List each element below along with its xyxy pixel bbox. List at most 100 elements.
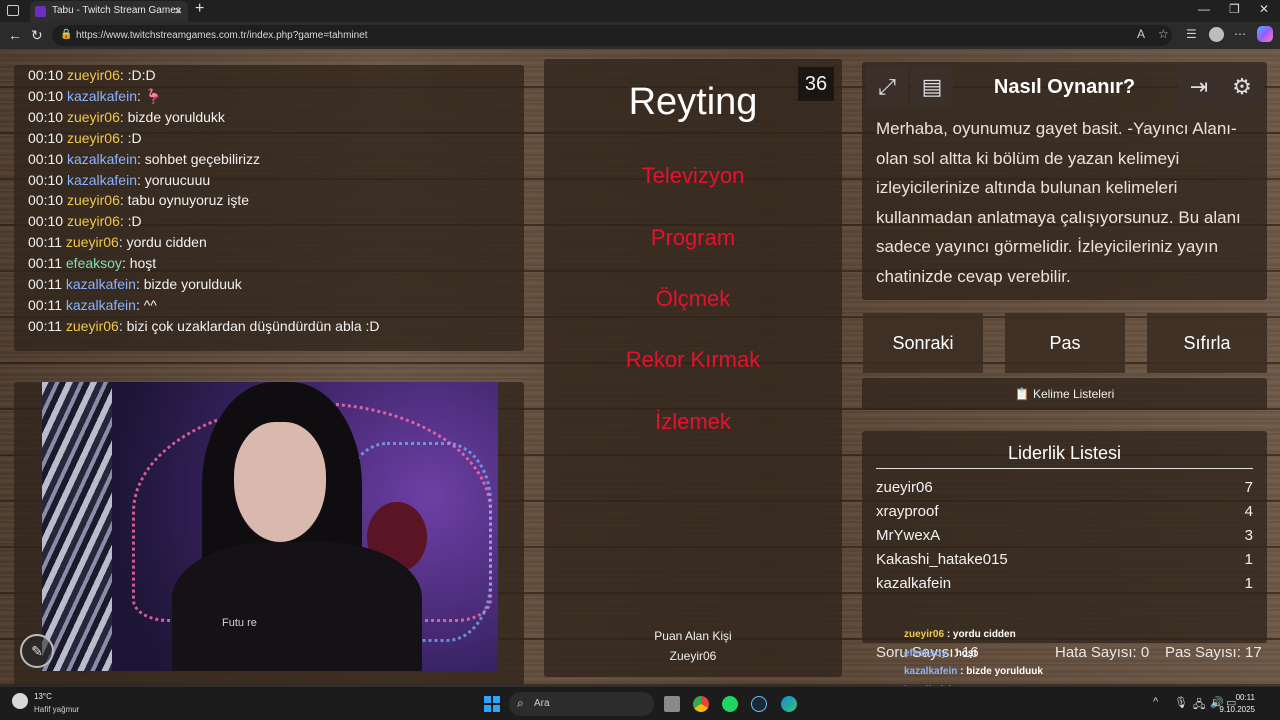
chat-username[interactable]: zueyir06 bbox=[67, 192, 120, 208]
target-word: Reyting bbox=[628, 81, 758, 123]
copilot-icon[interactable] bbox=[1257, 26, 1273, 42]
taskbar-search[interactable]: ⌕ Ara bbox=[509, 692, 654, 716]
profile-avatar-icon[interactable] bbox=[1209, 27, 1224, 42]
taboo-word: Ölçmek bbox=[655, 286, 731, 311]
favorite-star-icon[interactable]: ☆ bbox=[1158, 27, 1169, 41]
overlay-chat-message: kazalkafein : bizde yorulduuk bbox=[904, 666, 1043, 677]
chat-message: 00:10 kazalkafein: 🦩 bbox=[28, 87, 163, 104]
address-bar: ← ↻ 🔒 https://www.twitchstreamgames.com.… bbox=[0, 22, 1280, 49]
chat-time: 00:10 bbox=[28, 213, 64, 230]
microphone-icon[interactable]: 🎙 bbox=[1174, 696, 1188, 709]
chat-text: ^^ bbox=[143, 296, 157, 313]
webcam-panel: Futu re ✎ bbox=[14, 382, 524, 685]
chat-time: 00:10 bbox=[28, 171, 64, 188]
settings-gear-icon[interactable]: ⚙ bbox=[1221, 66, 1263, 108]
chat-text: tabu oynuyoruz işte bbox=[127, 192, 250, 209]
read-aloud-icon[interactable]: A bbox=[1137, 27, 1145, 41]
chat-username[interactable]: kazalkafein bbox=[67, 151, 137, 167]
chat-time: 00:10 bbox=[28, 108, 64, 125]
chat-text: yoruucuuu bbox=[144, 171, 211, 188]
reset-button[interactable]: Sıfırla bbox=[1147, 313, 1267, 373]
chat-message: 00:11 zueyir06: yordu cidden bbox=[28, 234, 207, 251]
leaderboard-row: Kakashi_hatake015 1 bbox=[876, 551, 1253, 568]
window-close-icon[interactable]: ✕ bbox=[1259, 2, 1269, 16]
chat-username[interactable]: zueyir06 bbox=[66, 234, 119, 250]
chat-text: hoşt bbox=[129, 255, 157, 272]
chat-time: 00:11 bbox=[28, 234, 62, 251]
browser-tab[interactable]: Tabu - Twitch Stream Games × bbox=[30, 1, 188, 22]
chat-text: yordu cidden bbox=[126, 234, 207, 251]
chat-username[interactable]: zueyir06 bbox=[67, 67, 120, 83]
spotify-icon[interactable] bbox=[722, 696, 738, 712]
error-count: Hata Sayısı: 0 bbox=[1055, 644, 1150, 661]
overlay-chat-message: zueyir06 : yordu cidden bbox=[904, 629, 1016, 640]
chat-message: 00:10 zueyir06: :D:D bbox=[28, 67, 156, 83]
edge-icon[interactable] bbox=[781, 696, 797, 712]
tab-title: Tabu - Twitch Stream Games bbox=[52, 5, 181, 16]
taboo-word: Televizyon bbox=[641, 163, 745, 188]
steam-icon[interactable] bbox=[751, 696, 767, 712]
chat-message: 00:11 kazalkafein: bizde yorulduuk bbox=[28, 276, 242, 292]
pass-button[interactable]: Pas bbox=[1005, 313, 1125, 373]
leaderboard-row: zueyir06 7 bbox=[876, 479, 1253, 496]
collections-icon[interactable]: ☰ bbox=[1186, 27, 1197, 41]
back-icon[interactable]: ← bbox=[8, 27, 22, 43]
task-view-icon[interactable] bbox=[664, 696, 680, 712]
chat-time: 00:11 bbox=[28, 317, 62, 334]
chrome-icon[interactable] bbox=[693, 696, 709, 712]
chat-message: 00:11 kazalkafein: ^^ bbox=[28, 296, 157, 313]
refresh-icon[interactable]: ↻ bbox=[31, 27, 43, 44]
pass-count: Pas Sayısı: 17 bbox=[1165, 644, 1262, 661]
game-page: 00:10 zueyir06: :D:D 00:10 kazalkafein: 🦩… bbox=[0, 49, 1280, 686]
window-menu-icon[interactable] bbox=[7, 5, 19, 16]
chat-username[interactable]: zueyir06 bbox=[67, 109, 120, 125]
chat-username[interactable]: kazalkafein bbox=[66, 297, 136, 313]
chat-time: 00:10 bbox=[28, 150, 64, 167]
overlay-chat-username: zueyir06 bbox=[904, 629, 945, 640]
chat-username[interactable]: kazalkafein bbox=[67, 88, 137, 104]
twitch-favicon-icon bbox=[35, 6, 46, 17]
exit-icon[interactable]: ⇥ bbox=[1178, 66, 1220, 108]
url-field[interactable]: 🔒 https://www.twitchstreamgames.com.tr/i… bbox=[52, 25, 1172, 46]
chat-text: :D bbox=[127, 213, 142, 230]
how-to-play-description: Merhaba, oyunumuz gayet basit. -Yayıncı … bbox=[876, 119, 1241, 286]
chat-message: 00:10 zueyir06: tabu oynuyoruz işte bbox=[28, 192, 250, 209]
chat-message: 00:10 zueyir06: :D bbox=[28, 213, 142, 230]
chat-text: bizde yoruldukk bbox=[127, 108, 225, 125]
word-lists-button[interactable]: 📋 Kelime Listeleri bbox=[862, 378, 1267, 410]
leaderboard-title: Liderlik Listesi bbox=[1007, 443, 1122, 463]
minimize-icon[interactable]: — bbox=[1198, 2, 1210, 16]
windows-start-icon[interactable] bbox=[484, 696, 500, 712]
chat-username[interactable]: zueyir06 bbox=[67, 213, 120, 229]
browser-tab-bar: Tabu - Twitch Stream Games × + — ❐ ✕ bbox=[0, 0, 1280, 22]
new-tab-icon[interactable]: + bbox=[195, 0, 204, 18]
scorer-name: Zueyir06 bbox=[669, 649, 717, 663]
chat-message: 00:10 zueyir06: bizde yoruldukk bbox=[28, 108, 225, 125]
weather-desc: Hafif yağmur bbox=[34, 705, 80, 714]
chat-text: 🦩 bbox=[144, 87, 163, 104]
chat-username[interactable]: kazalkafein bbox=[66, 276, 136, 292]
next-button[interactable]: Sonraki bbox=[863, 313, 983, 373]
chat-time: 00:10 bbox=[28, 192, 64, 209]
tray-chevron-icon[interactable]: ^ bbox=[1153, 696, 1158, 708]
weather-icon[interactable] bbox=[12, 693, 28, 709]
chat-text: bizi çok uzaklardan düşündürdün abla :D bbox=[126, 317, 380, 334]
clock-date: 9.10.2025 bbox=[1219, 705, 1255, 714]
lock-icon: 🔒 bbox=[60, 29, 73, 40]
edit-pencil-icon[interactable]: ✎ bbox=[20, 634, 54, 668]
chat-username[interactable]: zueyir06 bbox=[66, 318, 119, 334]
chat-time: 00:10 bbox=[28, 87, 64, 104]
chat-text: :D:D bbox=[127, 67, 156, 83]
network-icon[interactable]: 🖧 bbox=[1193, 696, 1205, 715]
chat-username[interactable]: zueyir06 bbox=[67, 130, 120, 146]
weather-temp: 13°C bbox=[34, 692, 52, 701]
scorer-label: Puan Alan Kişi bbox=[654, 629, 732, 643]
how-to-play-panel: ⤢ ▤ Nasıl Oynanır? ⇥ ⚙ Merhaba, oyunumuz… bbox=[862, 62, 1267, 300]
leaderboard-row: xrayproof 4 bbox=[876, 503, 1253, 520]
more-menu-icon[interactable]: ⋯ bbox=[1234, 27, 1246, 41]
overlay-chat-text: : hoşt bbox=[949, 647, 977, 659]
tab-close-icon[interactable]: × bbox=[174, 3, 182, 18]
chat-username[interactable]: kazalkafein bbox=[67, 172, 137, 188]
chat-username[interactable]: efeaksoy bbox=[66, 255, 122, 271]
restore-icon[interactable]: ❐ bbox=[1229, 2, 1240, 16]
